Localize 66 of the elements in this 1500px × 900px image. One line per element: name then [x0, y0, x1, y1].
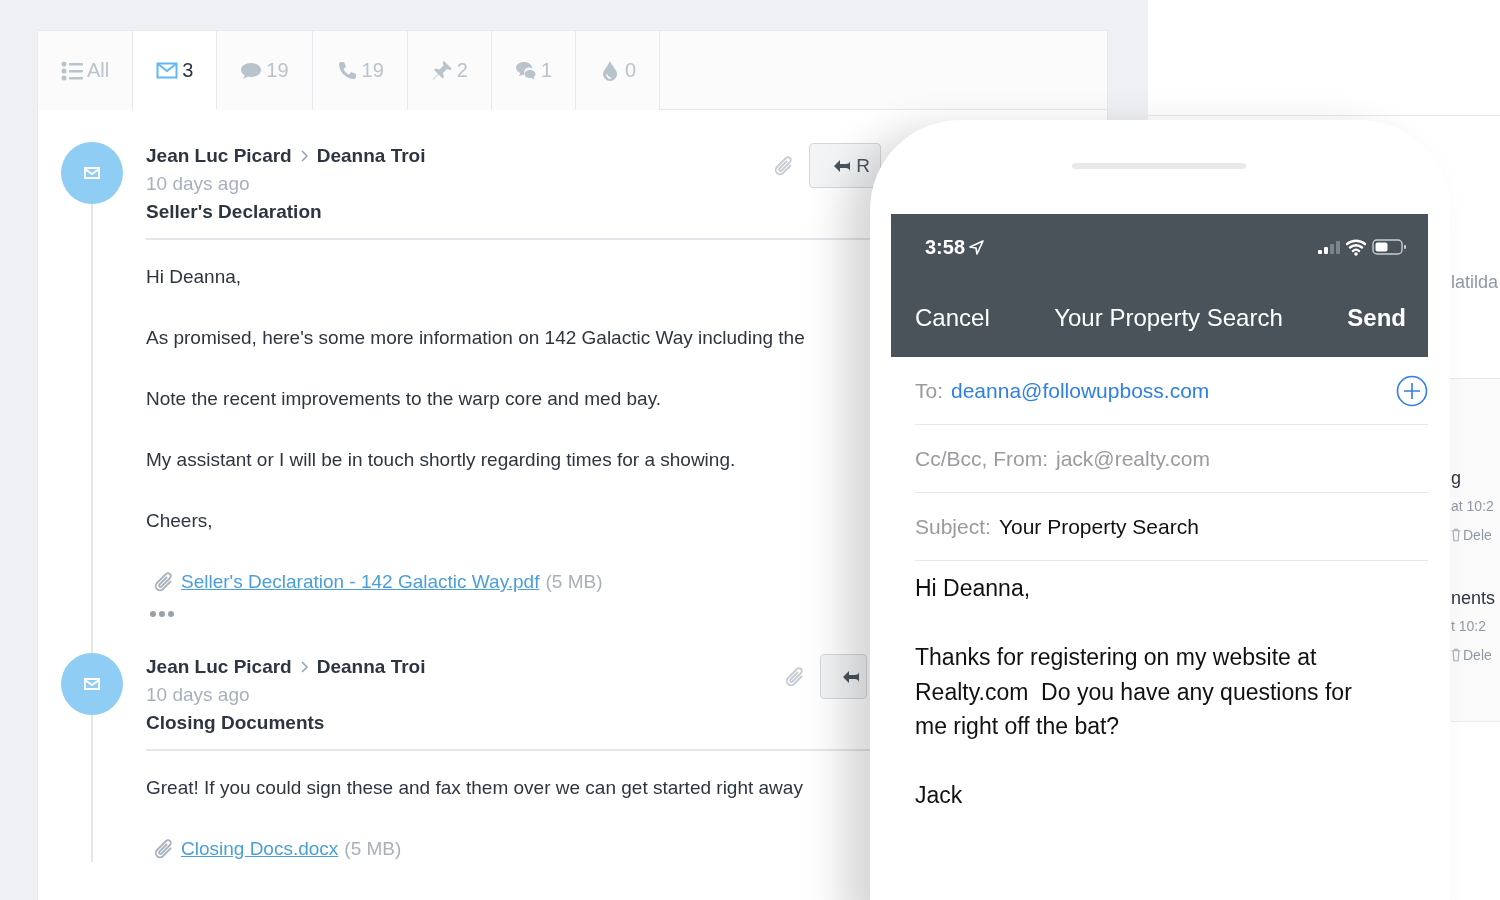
envelope-icon	[84, 167, 100, 179]
filter-tab[interactable]: 3	[133, 31, 218, 110]
chevron-right-icon	[299, 661, 309, 673]
message-time: 10 days ago	[146, 683, 251, 707]
chevron-right-icon	[299, 150, 309, 162]
field-label: Subject:	[915, 514, 991, 539]
filter-tab[interactable]: 19	[312, 31, 408, 110]
sender-field[interactable]: jack@realty.com	[1056, 446, 1428, 471]
recipient-name: Deanna Troi	[316, 144, 426, 168]
attachment-link[interactable]: Seller's Declaration - 142 Galactic Way.pdf	[181, 568, 540, 595]
message-subject: Closing Documents	[146, 711, 326, 735]
recipient-name: Deanna Troi	[316, 655, 426, 679]
file-size: (5 MB)	[545, 570, 603, 594]
message-text: As promised, here's some more information on 142 Galactic Way including the	[146, 326, 806, 350]
filter-tab[interactable]: All	[38, 31, 134, 110]
delete-link[interactable]: Dele	[1463, 524, 1492, 546]
delete-link[interactable]: Dele	[1463, 644, 1492, 666]
attachment-link[interactable]: Closing Docs.docx	[181, 835, 339, 862]
subject-field[interactable]: Your Property Search	[998, 514, 1428, 539]
recipient-field[interactable]: deanna@followupboss.com	[951, 378, 1388, 403]
cancel-button[interactable]: Cancel	[915, 304, 990, 332]
message-text: My assistant or I will be in touch shortly regarding times for a showing.	[146, 448, 737, 472]
message-time: 10 days ago	[146, 172, 251, 196]
paperclip-icon	[153, 570, 175, 593]
filter-tab[interactable]: 2	[407, 31, 492, 110]
more-icon[interactable]	[150, 611, 174, 617]
list-icon	[61, 59, 83, 82]
item-title: nents	[1451, 587, 1496, 610]
message-subject: Seller's Declaration	[146, 200, 323, 224]
chat-bubbles-icon	[515, 60, 537, 81]
message-text: Hi Deanna,	[146, 265, 243, 289]
field-label: To:	[915, 378, 943, 403]
trash-icon	[1451, 648, 1461, 662]
signal-icon	[1318, 240, 1340, 254]
send-button[interactable]: Send	[1347, 304, 1406, 332]
envelope-icon	[84, 678, 100, 690]
filter-tab[interactable]: 19	[217, 31, 313, 110]
field-label: Cc/Bcc, From:	[915, 446, 1048, 471]
trash-icon	[1451, 528, 1461, 542]
reply-button[interactable]: R	[809, 143, 881, 188]
contact-link[interactable]: latilda	[1451, 269, 1499, 296]
clock-time: 3:58	[925, 235, 966, 259]
item-time: t 10:2	[1451, 617, 1487, 636]
location-arrow-icon	[969, 239, 985, 255]
compose-title: Your Property Search	[1054, 304, 1283, 332]
filter-tab[interactable]: 0	[576, 31, 661, 110]
sender-name: Jean Luc Picard	[146, 144, 292, 168]
message-text: Note the recent improvements to the warp core and med bay.	[146, 387, 663, 411]
paperclip-icon	[784, 665, 806, 688]
battery-icon	[1372, 239, 1406, 255]
message-text: Hi Deanna,	[915, 574, 1032, 603]
message-text: Cheers,	[146, 509, 214, 533]
item-time: at 10:2	[1451, 497, 1494, 516]
filter-tab[interactable]: 1	[492, 31, 577, 110]
speech-bubble-icon	[240, 60, 263, 81]
message-text: Great! If you could sign these and fax them over we can get started right away	[146, 776, 804, 800]
sender-name: Jean Luc Picard	[146, 655, 292, 679]
add-icon[interactable]	[1396, 374, 1428, 407]
paperclip-icon	[153, 837, 175, 860]
pushpin-icon	[430, 60, 453, 81]
reply-button[interactable]	[820, 654, 867, 699]
file-size: (5 MB)	[344, 837, 402, 861]
item-title: g	[1451, 467, 1461, 490]
message-text: Thanks for registering on my website at Realty.com Do you have any questions for me right off the bat?	[915, 643, 1353, 741]
wifi-icon	[1346, 238, 1366, 256]
message-text: Jack	[915, 781, 964, 810]
